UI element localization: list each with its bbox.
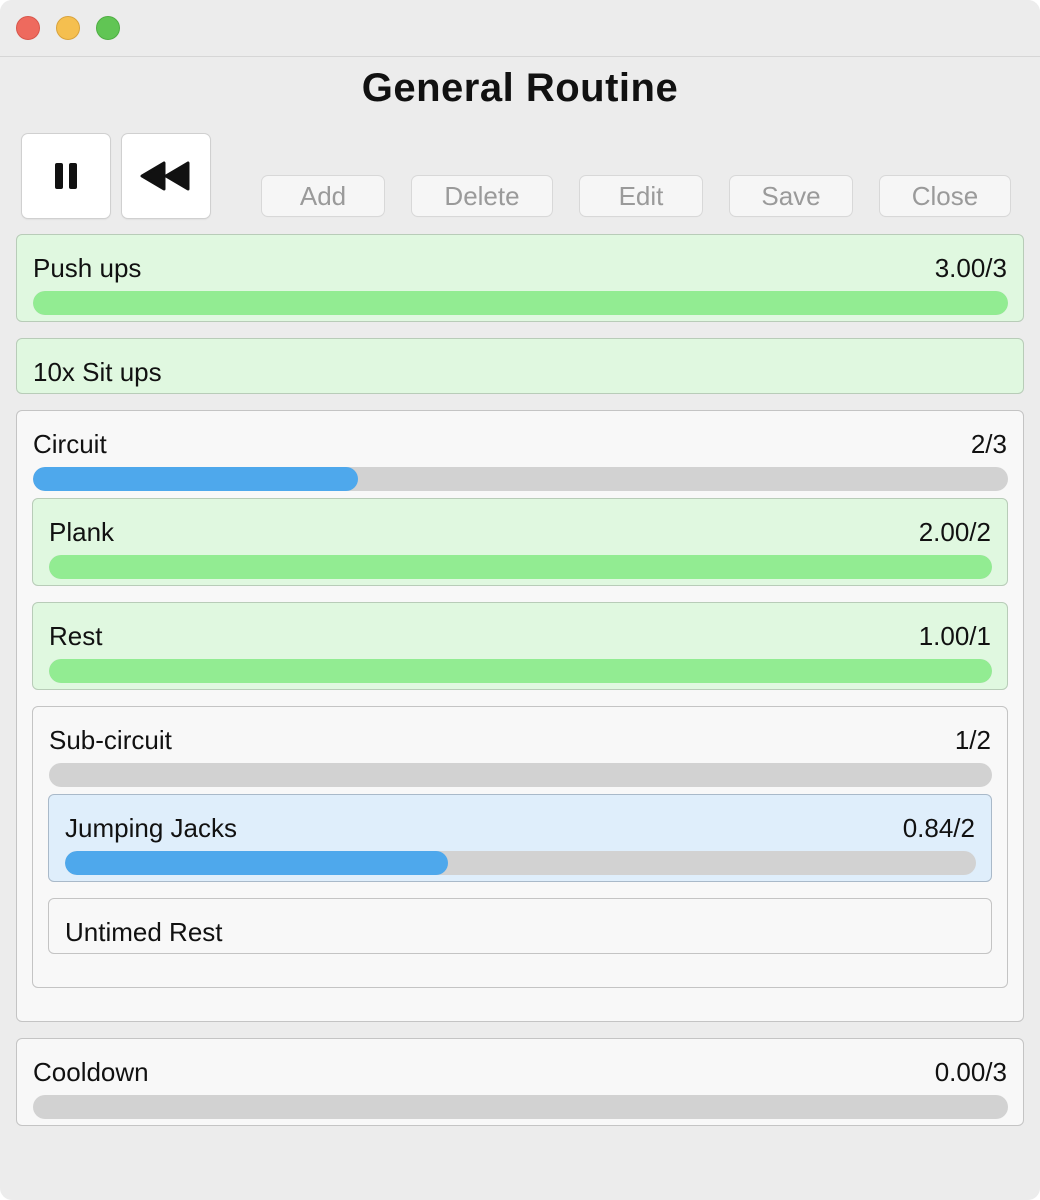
progress-bar [33, 467, 1008, 491]
progress-fill [49, 659, 992, 683]
progress-fill [33, 467, 358, 491]
add-button[interactable]: Add [262, 176, 384, 216]
title-bar [0, 0, 1040, 57]
routine-window: General Routine Add Delete Edit Save Clo… [0, 0, 1040, 1200]
routine-item-plank[interactable]: Plank 2.00/2 [32, 498, 1008, 586]
routine-item-cooldown[interactable]: Cooldown 0.00/3 [16, 1038, 1024, 1126]
progress-bar [49, 763, 992, 787]
item-label: Rest [49, 621, 103, 651]
close-button[interactable]: Close [880, 176, 1010, 216]
item-label: Cooldown [33, 1057, 149, 1087]
group-progress-value: 1/2 [954, 725, 991, 755]
pause-icon [55, 163, 77, 189]
edit-button[interactable]: Edit [580, 176, 702, 216]
progress-fill [49, 555, 992, 579]
routine-item-rest[interactable]: Rest 1.00/1 [32, 602, 1008, 690]
routine-group-sub-circuit[interactable]: Sub-circuit 1/2 Jumping Jacks 0.84/2 Unt… [32, 706, 1008, 988]
item-progress-value: 1.00/1 [918, 621, 991, 651]
item-progress-value: 0.84/2 [902, 813, 975, 843]
group-label: Circuit [33, 429, 107, 459]
routine-item-jumping-jacks[interactable]: Jumping Jacks 0.84/2 [48, 794, 992, 882]
routine-item-untimed-rest[interactable]: Untimed Rest [48, 898, 992, 954]
window-minimize-button[interactable] [56, 16, 80, 40]
window-zoom-button[interactable] [96, 16, 120, 40]
item-progress-value: 0.00/3 [934, 1057, 1007, 1087]
item-progress-value: 2.00/2 [918, 517, 991, 547]
progress-bar [49, 659, 992, 683]
item-label: Plank [49, 517, 115, 547]
group-progress-value: 2/3 [970, 429, 1007, 459]
progress-bar [49, 555, 992, 579]
routine-item-sit-ups[interactable]: 10x Sit ups [16, 338, 1024, 394]
progress-bar [33, 291, 1008, 315]
routine-group-circuit[interactable]: Circuit 2/3 Plank 2.00/2 Rest 1.00/1 Sub… [16, 410, 1024, 1022]
progress-bar [65, 851, 976, 875]
window-close-button[interactable] [16, 16, 40, 40]
delete-button[interactable]: Delete [412, 176, 552, 216]
item-label: Untimed Rest [65, 917, 223, 947]
save-button[interactable]: Save [730, 176, 852, 216]
routine-title: General Routine [361, 66, 679, 110]
pause-button[interactable] [22, 134, 110, 218]
item-label: Push ups [33, 253, 142, 283]
group-label: Sub-circuit [49, 725, 172, 755]
item-label: Jumping Jacks [65, 813, 237, 843]
rewind-icon [140, 161, 190, 191]
progress-fill [65, 851, 448, 875]
item-progress-value: 3.00/3 [934, 253, 1007, 283]
progress-fill [33, 291, 1008, 315]
routine-item-push-ups[interactable]: Push ups 3.00/3 [16, 234, 1024, 322]
progress-bar [33, 1095, 1008, 1119]
rewind-button[interactable] [122, 134, 210, 218]
item-label: 10x Sit ups [33, 357, 162, 387]
